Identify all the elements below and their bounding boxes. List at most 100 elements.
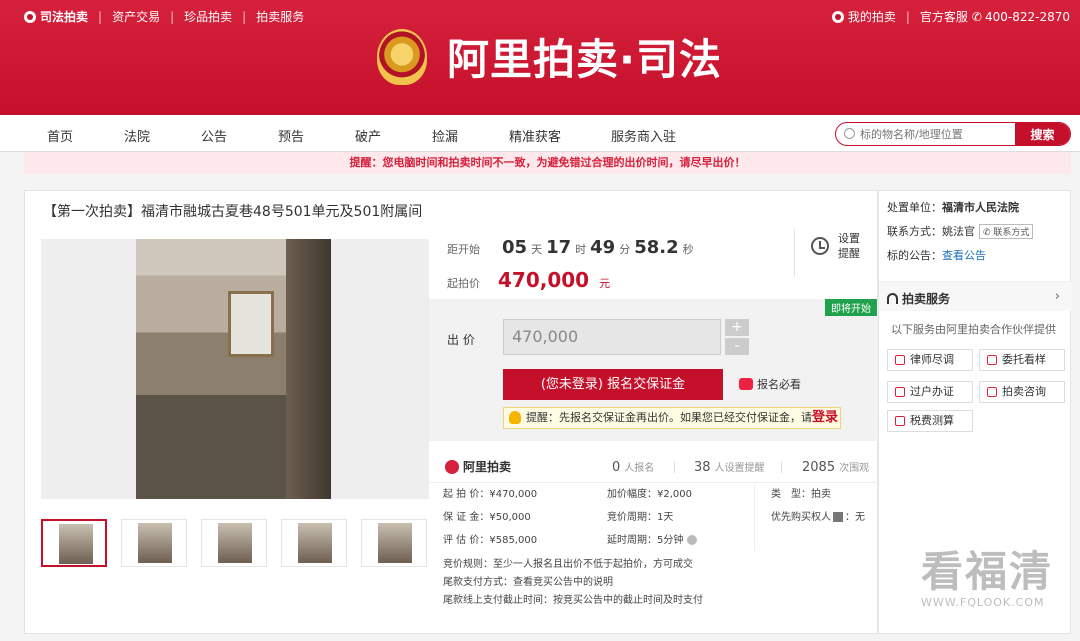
divider bbox=[781, 461, 782, 473]
countdown-label: 距开始 bbox=[447, 243, 480, 256]
must-read-label: 报名必看 bbox=[757, 378, 801, 391]
nav-item-bargains[interactable]: 捡漏 bbox=[432, 126, 458, 145]
search-box: 搜索 bbox=[835, 122, 1071, 146]
property-photo bbox=[136, 239, 331, 499]
reminders-label: 人设置提醒 bbox=[714, 463, 765, 474]
topbar-link-assets[interactable]: 资产交易 bbox=[112, 8, 160, 25]
start-price-value: 470,000 bbox=[498, 268, 590, 292]
topbar-link-services[interactable]: 拍卖服务 bbox=[256, 8, 304, 25]
login-tip: 提醒：先报名交保证金再出价。如果您已经交付保证金，请登录 bbox=[503, 407, 841, 429]
decrease-button[interactable]: - bbox=[725, 338, 749, 355]
notice-label: 标的公告： bbox=[887, 249, 942, 262]
service-label: 委托看样 bbox=[1002, 353, 1046, 366]
topbar-link-treasures[interactable]: 珍品拍卖 bbox=[184, 8, 232, 25]
service-label: 过户办证 bbox=[910, 385, 954, 398]
view-notice-link[interactable]: 查看公告 bbox=[942, 249, 986, 262]
document-icon bbox=[895, 387, 905, 397]
priority-value: ：无 bbox=[845, 512, 865, 523]
views-label: 次围观 bbox=[839, 463, 870, 474]
divider: | bbox=[242, 9, 247, 24]
increase-button[interactable]: + bbox=[725, 319, 749, 336]
countdown-hours: 17 bbox=[546, 237, 572, 258]
seconds-unit: 秒 bbox=[682, 243, 694, 256]
bid-panel: 即将开始 出 价 470,000 + - (您未登录) 报名交保证金 报名必看 … bbox=[429, 299, 879, 441]
deposit-button[interactable]: (您未登录) 报名交保证金 bbox=[503, 369, 723, 400]
search-input[interactable] bbox=[860, 125, 1010, 143]
user-icon bbox=[831, 10, 844, 23]
detail-extension: 延时周期：5分钟 bbox=[607, 531, 698, 546]
service-lawyer[interactable]: 律师尽调 bbox=[887, 349, 973, 371]
bid-input[interactable]: 470,000 bbox=[503, 319, 721, 355]
reminders-count: 38 bbox=[694, 460, 711, 475]
stats-bar: 阿里拍卖 0 人报名 38 人设置提醒 2085 次围观 bbox=[429, 441, 879, 483]
contact-tag-label: 联系方式 bbox=[993, 228, 1030, 238]
countdown-days: 05 bbox=[502, 237, 528, 258]
detail-start-price: 起 拍 价：¥470,000 bbox=[443, 489, 538, 500]
contact-row: 联系方式：姚法官 ✆ 联系方式 bbox=[887, 223, 1034, 239]
brand-label: 司法拍卖 bbox=[40, 10, 89, 24]
service-phone: 400-822-2870 bbox=[984, 9, 1070, 24]
bid-info: 距开始 05 天 17 时 49 分 58.2 秒 设置提醒 起拍价 470,0… bbox=[429, 229, 879, 629]
nav-item-home[interactable]: 首页 bbox=[47, 126, 73, 145]
thumbnail-strip bbox=[41, 519, 429, 567]
logo-text: 阿里拍卖·司法 bbox=[447, 35, 722, 84]
priority-label: 优先购买权人 bbox=[771, 512, 831, 523]
service-link[interactable]: 官方客服 bbox=[920, 8, 968, 25]
bid-stepper: + - bbox=[725, 319, 749, 355]
detail-payment: 尾款支付方式：查看竞买公告中的说明 bbox=[443, 577, 613, 588]
detail-priority: 优先购买权人 ：无 bbox=[771, 508, 865, 523]
service-transfer[interactable]: 过户办证 bbox=[887, 381, 973, 403]
detail-rule: 竞价规则：至少一人报名且出价不低于起拍价，方可成交 bbox=[443, 559, 693, 570]
reminder-label: 设置提醒 bbox=[838, 232, 860, 260]
contact-name: 姚法官 bbox=[942, 225, 975, 238]
ali-auction-icon bbox=[445, 459, 459, 474]
search-icon bbox=[844, 128, 855, 139]
nav-item-bankruptcy[interactable]: 破产 bbox=[355, 126, 381, 145]
thumbnail[interactable] bbox=[41, 519, 107, 567]
my-auction-link[interactable]: 我的拍卖 bbox=[848, 8, 896, 25]
court-label: 处置单位： bbox=[887, 201, 942, 214]
login-link[interactable]: 登录 bbox=[812, 410, 838, 425]
service-viewing[interactable]: 委托看样 bbox=[979, 349, 1065, 371]
search-button[interactable]: 搜索 bbox=[1015, 123, 1070, 145]
nav-item-courts[interactable]: 法院 bbox=[124, 126, 150, 145]
nav-item-provider[interactable]: 服务商入驻 bbox=[611, 126, 676, 145]
must-read-link[interactable]: 报名必看 bbox=[739, 376, 801, 392]
tip-text: 提醒：先报名交保证金再出价。如果您已经交付保证金，请 bbox=[526, 411, 812, 424]
start-price-unit: 元 bbox=[599, 277, 611, 290]
thumbnail[interactable] bbox=[121, 519, 187, 567]
brand-link[interactable]: 司法拍卖 bbox=[24, 8, 88, 25]
location-icon bbox=[987, 355, 997, 365]
ali-auction-label: 阿里拍卖 bbox=[463, 460, 512, 474]
coins-icon bbox=[739, 378, 753, 390]
chevron-right-icon: › bbox=[1054, 289, 1060, 304]
thumbnail[interactable] bbox=[201, 519, 267, 567]
detail-cycle: 竞价周期：1天 bbox=[607, 512, 674, 523]
alarm-clock-icon bbox=[811, 237, 829, 255]
watermark: 看福清 WWW.FQLOOK.COM bbox=[921, 547, 1054, 610]
lawyer-icon bbox=[895, 355, 905, 365]
help-icon[interactable] bbox=[687, 535, 698, 545]
watermark-title: 看福清 bbox=[921, 547, 1054, 596]
auction-logo-icon bbox=[24, 10, 36, 23]
nav-item-announcements[interactable]: 公告 bbox=[201, 126, 227, 145]
site-logo[interactable]: 阿里拍卖·司法 bbox=[377, 26, 722, 87]
divider: | bbox=[170, 9, 175, 24]
thumbnail[interactable] bbox=[361, 519, 427, 567]
services-header[interactable]: 拍卖服务 › bbox=[879, 281, 1072, 311]
nav-item-preview[interactable]: 预告 bbox=[278, 126, 304, 145]
registered-label: 人报名 bbox=[624, 463, 655, 474]
stat-registered: 0 人报名 bbox=[612, 459, 654, 475]
set-reminder-button[interactable]: 设置提醒 bbox=[794, 229, 874, 277]
nav-item-precise[interactable]: 精准获客 bbox=[509, 126, 561, 145]
court-row: 处置单位：福清市人民法院 bbox=[887, 199, 1019, 215]
countdown-seconds: 58.2 bbox=[634, 237, 679, 258]
service-consult[interactable]: 拍卖咨询 bbox=[979, 381, 1065, 403]
divider bbox=[754, 485, 755, 551]
thumbnail[interactable] bbox=[281, 519, 347, 567]
main-photo[interactable] bbox=[41, 239, 429, 499]
stat-reminders: 38 人设置提醒 bbox=[694, 459, 765, 475]
services-desc: 以下服务由阿里拍卖合作伙伴提供 bbox=[891, 323, 1056, 336]
contact-button[interactable]: ✆ 联系方式 bbox=[979, 224, 1034, 239]
service-tax[interactable]: 税费测算 bbox=[887, 410, 973, 432]
